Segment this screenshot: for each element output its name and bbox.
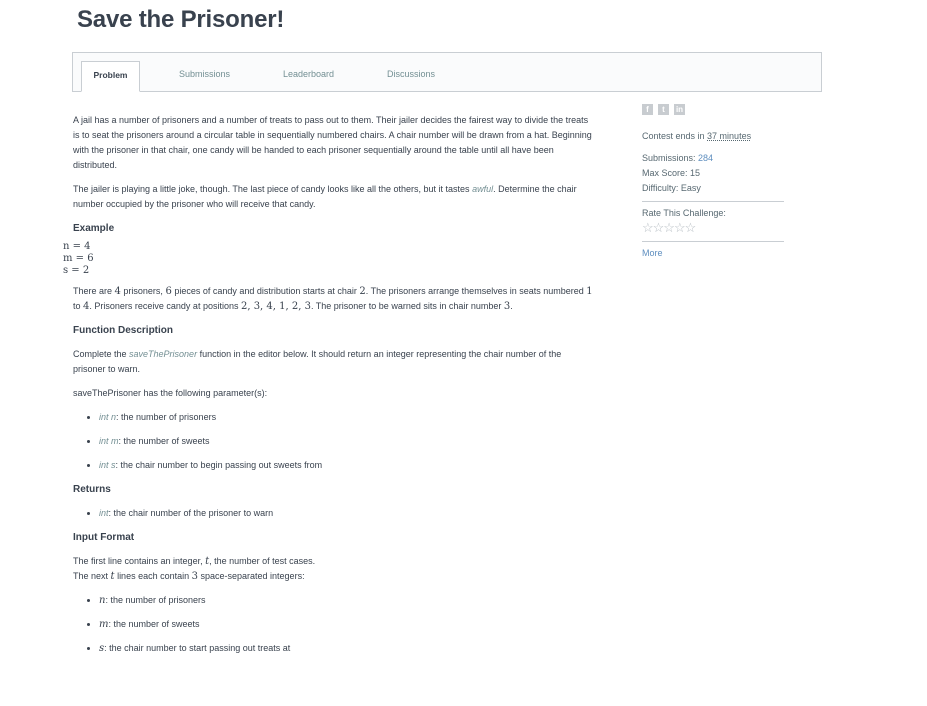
intro-paragraph: A jail has a number of prisoners and a n… — [73, 115, 592, 170]
list-item: int: the chair number of the prisoner to… — [99, 506, 593, 521]
params-intro: saveThePrisoner has the following parame… — [73, 388, 268, 398]
function-description-heading: Function Description — [73, 325, 173, 336]
input-format-heading: Input Format — [73, 532, 135, 543]
param-list: int n: the number of prisoners int m: th… — [73, 410, 593, 473]
facebook-icon[interactable]: f — [642, 104, 653, 115]
function-description: Complete the saveThePrisoner function in… — [73, 349, 562, 374]
emphasis-awful: awful — [472, 184, 494, 194]
list-item: m: the number of sweets — [99, 617, 593, 632]
list-item: int m: the number of sweets — [99, 434, 593, 449]
more-link[interactable]: More — [642, 248, 784, 258]
returns-heading: Returns — [73, 484, 111, 495]
list-item: int n: the number of prisoners — [99, 410, 593, 425]
tab-leaderboard[interactable]: Leaderboard — [283, 61, 334, 93]
contest-timer: Contest ends in 37 minutes — [642, 131, 752, 141]
tab-problem[interactable]: Problem — [81, 61, 140, 92]
max-score-stat: Max Score: 15 — [642, 168, 701, 178]
contest-time: 37 minutes — [707, 131, 752, 141]
divider — [642, 201, 784, 202]
example-description: There are 4 prisoners, 6 pieces of candy… — [73, 286, 593, 312]
rating-stars-icon[interactable]: ☆☆☆☆☆ — [642, 220, 784, 236]
linkedin-icon[interactable]: in — [674, 104, 685, 115]
difficulty-stat: Difficulty: Easy — [642, 183, 701, 193]
input-list: n: the number of prisoners m: the number… — [73, 593, 593, 656]
joke-paragraph: The jailer is playing a little joke, tho… — [73, 184, 577, 209]
rate-label: Rate This Challenge: — [642, 208, 726, 218]
example-heading: Example — [73, 223, 115, 234]
divider — [642, 241, 784, 242]
challenge-sidebar: f t in Contest ends in 37 minutes Submis… — [642, 104, 784, 258]
list-item: s: the chair number to start passing out… — [99, 641, 593, 656]
share-icons: f t in — [642, 104, 784, 115]
problem-statement: A jail has a number of prisoners and a n… — [63, 113, 593, 665]
example-values: n = 4 m = 6 s = 2 — [63, 241, 593, 277]
example-line-s: s = 2 — [63, 265, 90, 276]
list-item: n: the number of prisoners — [99, 593, 593, 608]
function-name: saveThePrisoner — [129, 349, 198, 359]
tab-submissions[interactable]: Submissions — [179, 61, 230, 93]
page-title: Save the Prisoner! — [77, 6, 285, 33]
twitter-icon[interactable]: t — [658, 104, 669, 115]
example-line-n: n = 4 — [63, 241, 91, 252]
submissions-stat: Submissions: 284 — [642, 153, 714, 163]
returns-list: int: the chair number of the prisoner to… — [73, 506, 593, 521]
list-item: int s: the chair number to begin passing… — [99, 458, 593, 473]
tab-bar: Problem Submissions Leaderboard Discussi… — [72, 52, 822, 92]
input-format-text: The first line contains an integer, t, t… — [73, 556, 316, 582]
tab-discussions[interactable]: Discussions — [387, 61, 435, 93]
example-line-m: m = 6 — [63, 253, 94, 264]
submissions-link[interactable]: 284 — [698, 153, 713, 163]
